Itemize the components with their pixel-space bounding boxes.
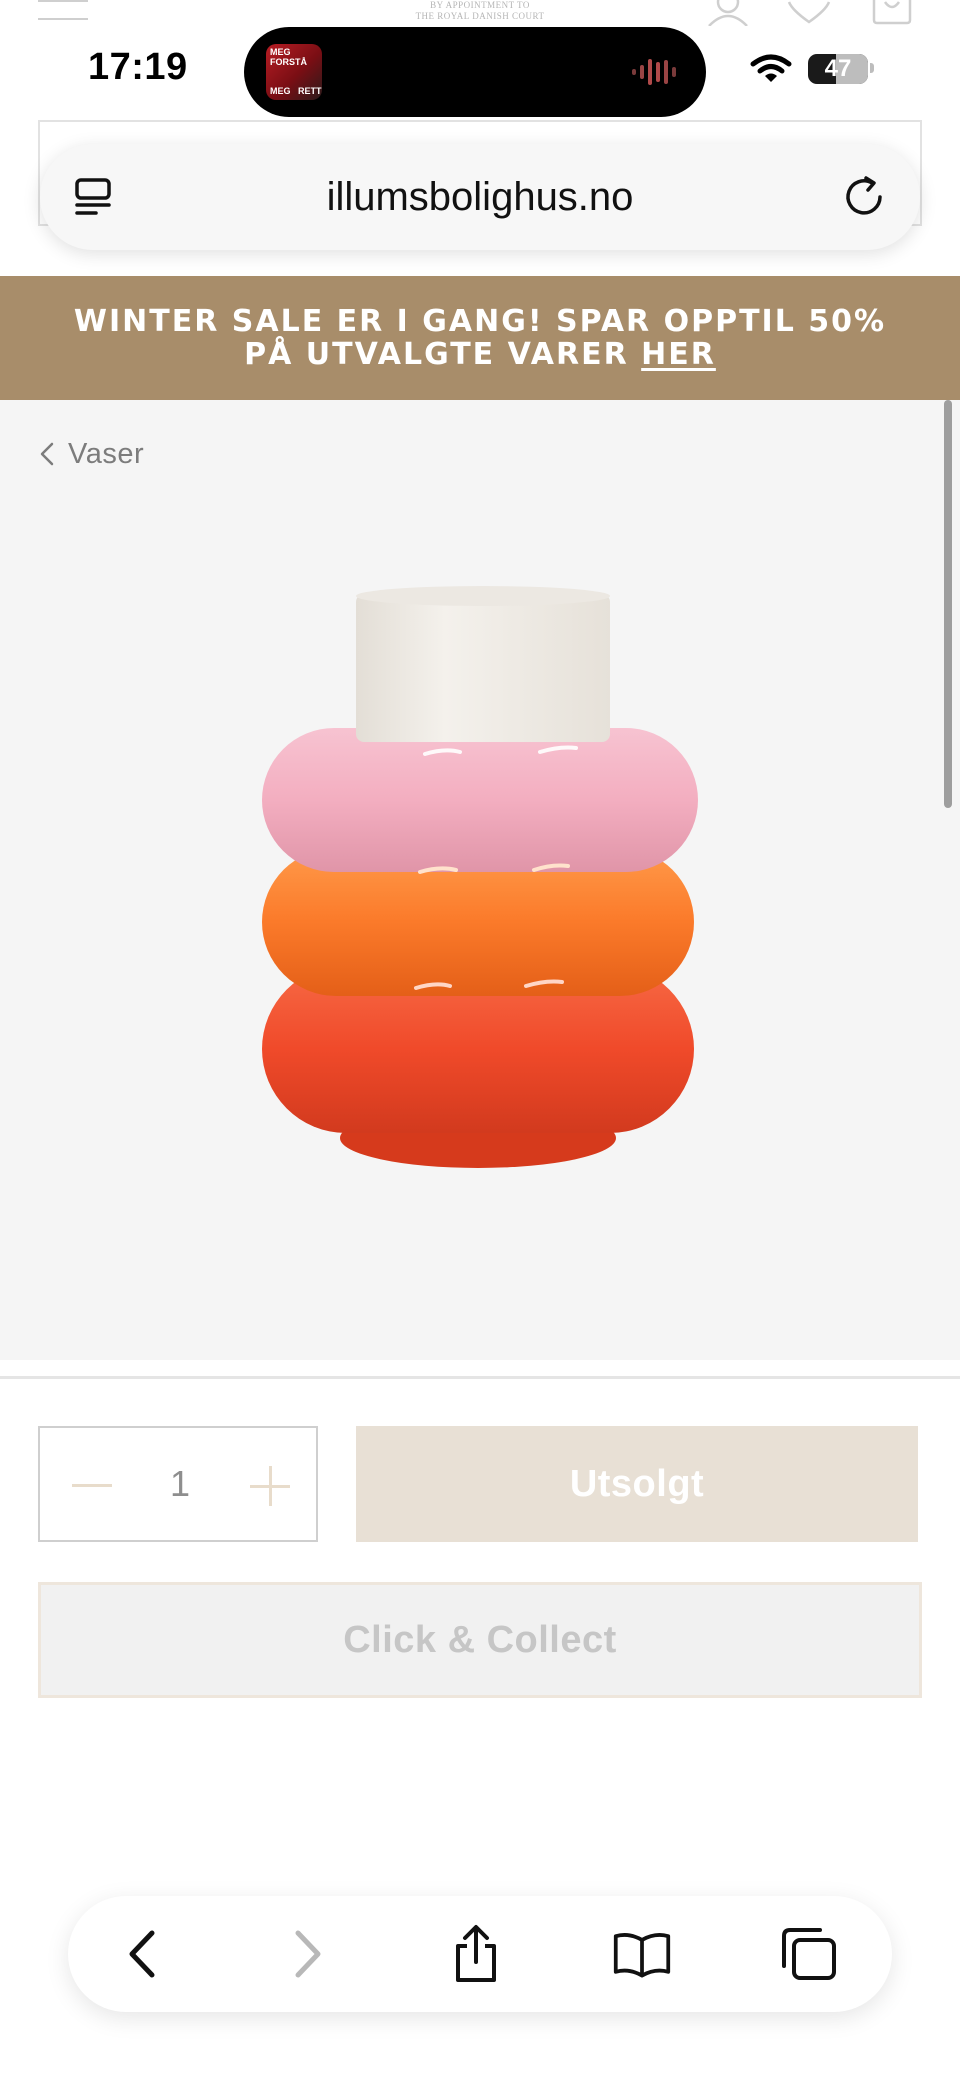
- tabs-icon: [782, 1928, 836, 1980]
- battery-level: 47: [824, 55, 852, 82]
- bookmarks-button[interactable]: [612, 1924, 672, 1984]
- status-time: 17:19: [88, 46, 188, 88]
- soldout-button[interactable]: Utsolgt: [356, 1426, 918, 1542]
- minus-icon[interactable]: [72, 1484, 112, 1487]
- royal-text-line1: BY APPOINTMENT TO: [430, 0, 530, 10]
- forward-button[interactable]: [278, 1924, 338, 1984]
- chevron-left-icon: [40, 442, 54, 466]
- bookmarks-icon: [613, 1933, 671, 1978]
- breadcrumb-label[interactable]: Vaser: [68, 438, 144, 471]
- menu-icon[interactable]: [38, 0, 88, 22]
- address-bar[interactable]: illumsbolighus.no: [40, 144, 920, 250]
- artwork-text-1: MEG: [270, 86, 291, 96]
- promo-line-1: WINTER SALE ER I GANG! SPAR OPPTIL 50%: [73, 304, 887, 339]
- product-image[interactable]: [250, 580, 710, 1180]
- back-button[interactable]: [112, 1924, 172, 1984]
- quantity-stepper[interactable]: 1: [38, 1426, 318, 1542]
- wishlist-icon[interactable]: [786, 0, 832, 26]
- royal-warrant-text: BY APPOINTMENT TO THE ROYAL DANISH COURT: [380, 0, 580, 22]
- breadcrumb[interactable]: Vaser: [38, 436, 144, 472]
- promo-link[interactable]: HER: [641, 337, 716, 372]
- url-text[interactable]: illumsbolighus.no: [40, 144, 920, 250]
- tabs-button[interactable]: [778, 1924, 838, 1984]
- forward-icon: [295, 1930, 321, 1978]
- site-header: BY APPOINTMENT TO THE ROYAL DANISH COURT: [0, 0, 960, 30]
- plus-icon[interactable]: [250, 1466, 290, 1506]
- now-playing-artwork: MEG FORSTÅ MEG RETT: [266, 44, 322, 100]
- quantity-value[interactable]: 1: [140, 1428, 220, 1540]
- browser-toolbar: [68, 1896, 892, 2012]
- product-gallery: Vaser: [0, 400, 960, 1360]
- promo-line-2-text: PÅ UTVALGTE VARER: [244, 337, 642, 372]
- click-collect-label: Click & Collect: [343, 1618, 617, 1661]
- back-icon: [129, 1930, 155, 1978]
- dynamic-island[interactable]: MEG FORSTÅ MEG RETT: [244, 27, 706, 117]
- wifi-icon: [750, 54, 792, 82]
- reload-icon[interactable]: [842, 175, 886, 219]
- click-collect-button[interactable]: Click & Collect: [38, 1582, 922, 1698]
- artwork-text-2: RETT: [298, 86, 322, 96]
- promo-line-2: PÅ UTVALGTE VARER HER: [244, 338, 716, 371]
- account-icon[interactable]: [706, 0, 750, 26]
- artwork-title: MEG FORSTÅ: [270, 47, 307, 67]
- audio-waveform-icon: [632, 59, 676, 85]
- royal-text-line2: THE ROYAL DANISH COURT: [415, 11, 545, 21]
- share-button[interactable]: [446, 1924, 506, 1984]
- battery-icon: 47: [808, 54, 868, 84]
- share-icon: [456, 1925, 496, 1982]
- soldout-label: Utsolgt: [569, 1462, 705, 1505]
- status-indicators: 47: [750, 50, 880, 90]
- cart-icon[interactable]: [872, 0, 912, 26]
- scrollbar[interactable]: [944, 400, 952, 808]
- promo-banner: WINTER SALE ER I GANG! SPAR OPPTIL 50% P…: [0, 276, 960, 400]
- divider: [0, 1376, 960, 1379]
